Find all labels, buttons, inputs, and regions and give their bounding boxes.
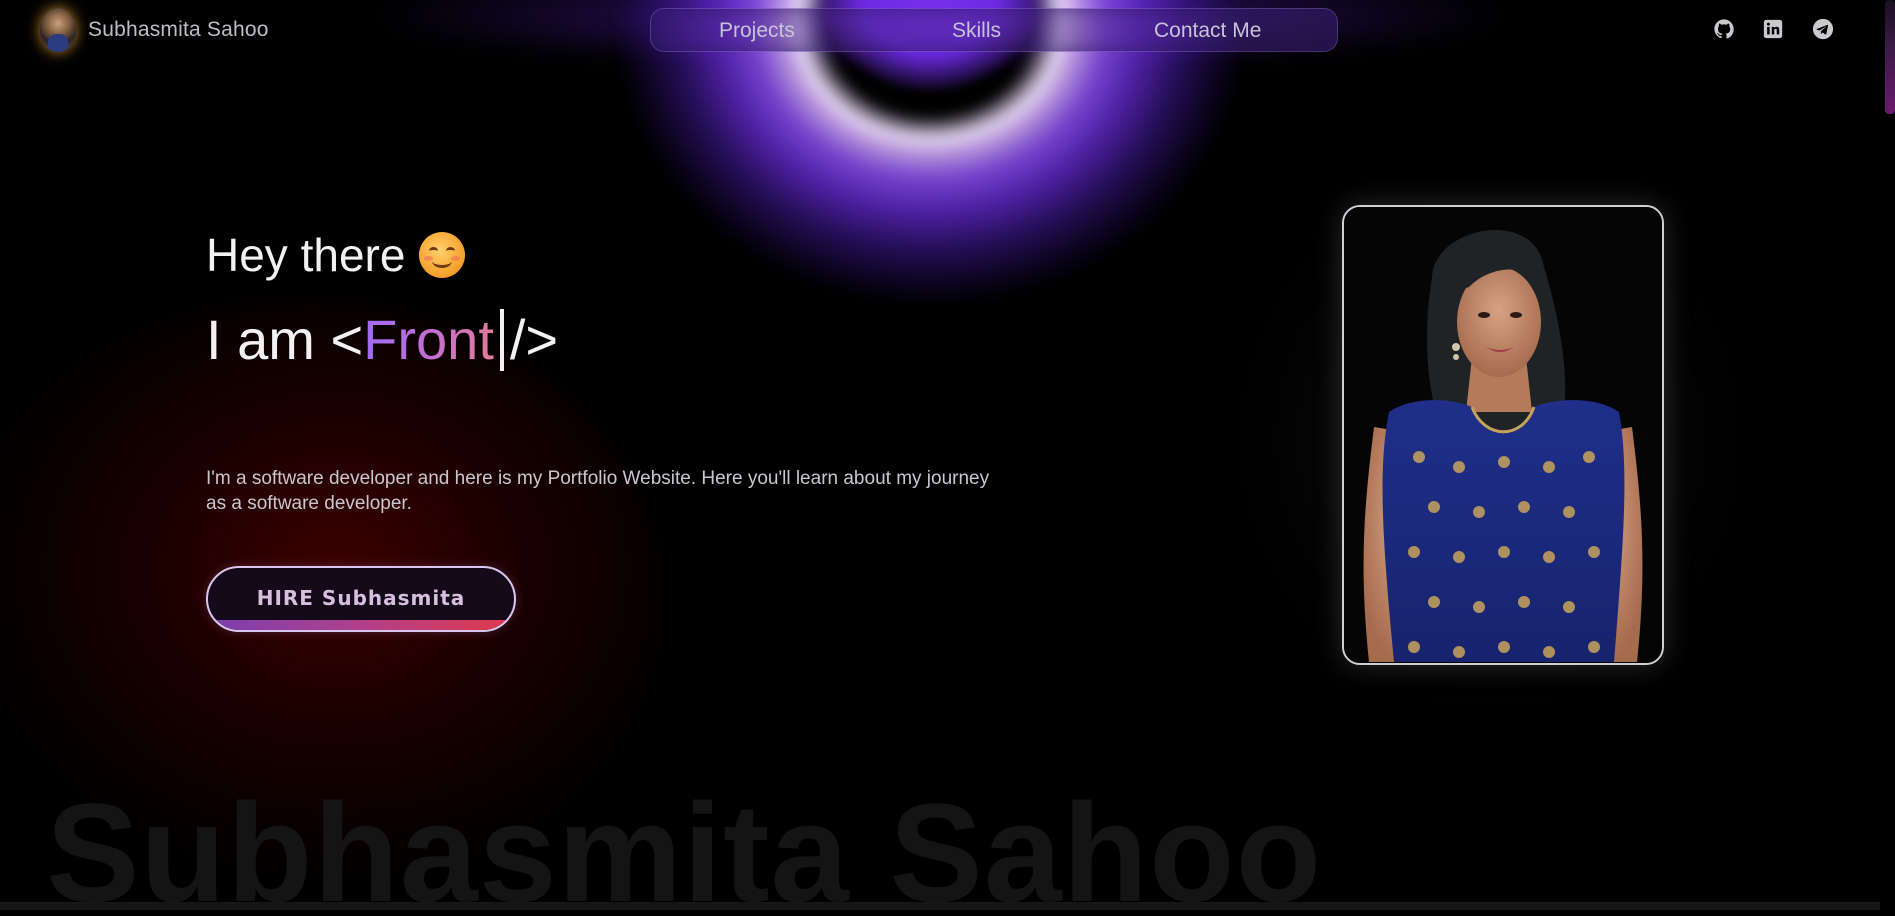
- hire-button-label: HIRE Subhasmita: [256, 586, 466, 610]
- nav-item-projects[interactable]: Projects: [719, 19, 795, 43]
- title-suffix: />: [509, 308, 559, 371]
- linkedin-icon[interactable]: [1762, 18, 1784, 40]
- typed-role-text: Front: [363, 308, 494, 371]
- profile-photo: [1342, 205, 1664, 665]
- hire-button-gradient-bar: [208, 620, 514, 630]
- greeting-text: Hey there: [206, 229, 406, 281]
- name-watermark: Subhasmita Sahoo: [46, 774, 1323, 916]
- brand-name: Subhasmita Sahoo: [88, 18, 269, 41]
- horizontal-scrollbar[interactable]: [0, 902, 1880, 910]
- profile-avatar: [40, 8, 76, 52]
- portfolio-page: Subhasmita Sahoo Projects Skills Contact…: [0, 0, 1895, 916]
- brand[interactable]: Subhasmita Sahoo: [40, 8, 269, 52]
- hero-greeting: Hey there: [206, 228, 466, 282]
- scrollbar-thumb[interactable]: [1885, 0, 1895, 114]
- typing-cursor: [499, 308, 504, 371]
- smiling-face-icon: [419, 232, 466, 278]
- nav-item-contact-me[interactable]: Contact Me: [1154, 19, 1261, 43]
- hero-bio: I'm a software developer and here is my …: [206, 468, 990, 514]
- github-icon[interactable]: [1713, 18, 1735, 40]
- top-navigation: Projects Skills Contact Me: [650, 8, 1338, 52]
- hire-button[interactable]: HIRE Subhasmita: [206, 566, 516, 632]
- hero-title: I am < Front />: [206, 307, 558, 372]
- nav-item-skills[interactable]: Skills: [952, 19, 1001, 43]
- telegram-icon[interactable]: [1812, 18, 1834, 40]
- title-prefix: I am <: [206, 308, 364, 371]
